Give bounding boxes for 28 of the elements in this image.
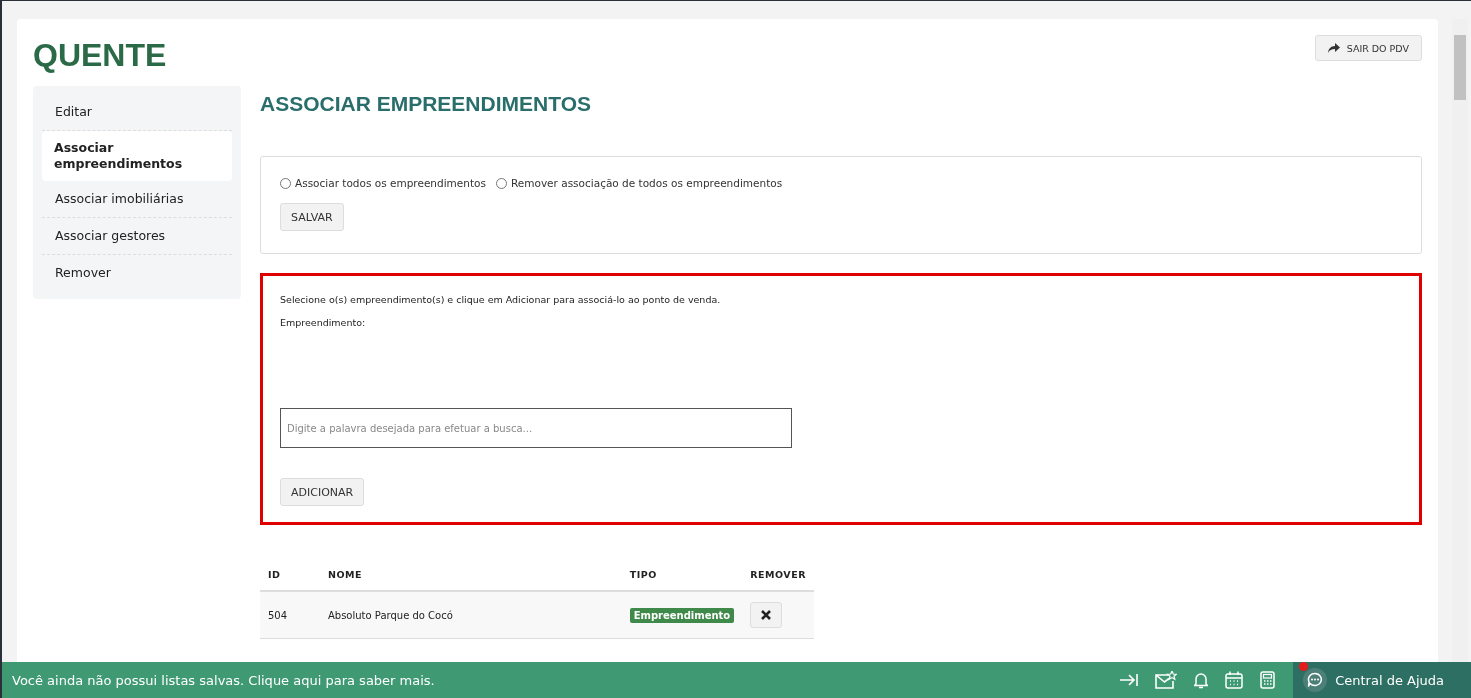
instruction-text: Selecione o(s) empreendimento(s) e clique em Adicionar para associá-lo ao ponto de venda.	[280, 294, 722, 305]
field-label: Empreendimento:	[280, 317, 367, 328]
bell-icon[interactable]	[1194, 671, 1209, 689]
envelope-star-icon[interactable]	[1155, 671, 1178, 689]
sidebar-item[interactable]: Remover	[42, 255, 232, 291]
sidebar-item[interactable]: Associar empreendimentos	[42, 131, 232, 181]
arrow-to-line-icon[interactable]	[1120, 674, 1139, 686]
calculator-icon[interactable]	[1260, 671, 1276, 689]
close-icon	[761, 610, 772, 620]
chat-bubble-icon	[1303, 668, 1328, 692]
sidebar-item[interactable]: Associar imobiliárias	[42, 181, 232, 218]
page-title: QUENTE	[33, 36, 167, 74]
scrollbar-thumb[interactable]	[1454, 35, 1466, 100]
calendar-icon[interactable]	[1225, 671, 1244, 689]
help-center-button[interactable]: Central de Ajuda	[1293, 662, 1471, 698]
add-button[interactable]: ADICIONAR	[280, 478, 365, 506]
section-heading: ASSOCIAR EMPREENDIMENTOS	[260, 92, 592, 116]
share-arrow-icon	[1327, 43, 1340, 53]
radio-label: Remover associação de todos os empreendimentos	[510, 177, 783, 189]
sidebar-item[interactable]: Associar gestores	[42, 218, 232, 255]
type-badge: Empreendimento	[629, 607, 735, 623]
remove-button[interactable]	[750, 602, 783, 628]
save-button[interactable]: SALVAR	[280, 203, 344, 231]
table-cell: Absoluto Parque do Cocó	[319, 591, 622, 639]
table-cell: 504	[260, 591, 320, 639]
radio-label: Associar todos os empreendimentos	[295, 177, 486, 189]
exit-button[interactable]: SAIR DO PDV	[1314, 35, 1422, 61]
search-field[interactable]: Digite a palavra desejada para efetuar a busca...	[280, 408, 792, 448]
